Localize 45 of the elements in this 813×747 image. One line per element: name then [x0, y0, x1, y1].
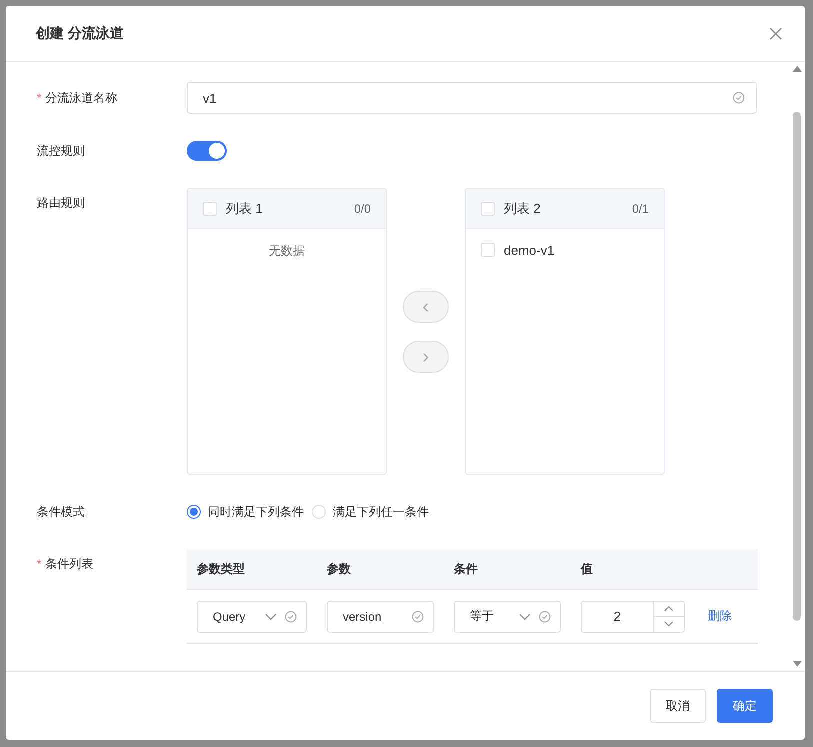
delete-link[interactable]: 删除 [708, 609, 732, 623]
name-input[interactable]: v1 [187, 82, 757, 114]
number-input[interactable]: 2 [581, 600, 685, 632]
scrollbar-thumb[interactable] [793, 112, 801, 621]
required-mark: * [37, 556, 42, 573]
list-title: 列表 2 [504, 200, 542, 218]
chevron-down-icon [519, 612, 531, 620]
radio-button[interactable] [187, 505, 201, 519]
cancel-button[interactable]: 取消 [650, 689, 706, 723]
check-circle-icon [285, 610, 297, 622]
radio-label[interactable]: 同时满足下列条件 [208, 504, 304, 520]
chevron-down-icon [265, 612, 277, 620]
checkbox[interactable] [481, 202, 495, 216]
field-label: 分流泳道名称 [46, 90, 118, 107]
check-circle-icon [412, 610, 424, 622]
param-input[interactable]: version [327, 600, 434, 632]
scroll-up-icon[interactable] [792, 66, 802, 72]
column-header: 条件 [454, 562, 478, 576]
increment-icon[interactable] [664, 606, 674, 612]
param-type-select[interactable]: Query [197, 600, 307, 632]
list-count: 0/0 [354, 202, 371, 216]
column-header: 值 [581, 562, 593, 576]
toggle-switch[interactable] [187, 141, 227, 161]
empty-message: 无数据 [269, 244, 305, 258]
required-mark: * [37, 90, 42, 107]
close-icon[interactable] [769, 26, 783, 40]
column-header: 参数 [327, 562, 351, 576]
dialog-title: 创建 分流泳道 [36, 24, 124, 42]
scroll-down-icon[interactable] [792, 661, 802, 667]
check-circle-icon [539, 610, 551, 622]
list-item[interactable]: demo-v1 [504, 242, 555, 258]
field-label: 路由规则 [37, 195, 85, 212]
list-count: 0/1 [632, 202, 649, 216]
condition-select[interactable]: 等于 [454, 600, 561, 632]
confirm-button[interactable]: 确定 [717, 689, 773, 723]
check-circle-icon [733, 92, 745, 104]
list-title: 列表 1 [226, 200, 264, 218]
field-label: 条件模式 [37, 504, 85, 521]
field-label: 流控规则 [37, 143, 85, 160]
radio-label[interactable]: 满足下列任一条件 [333, 504, 429, 520]
checkbox[interactable] [481, 243, 495, 257]
decrement-icon[interactable] [664, 621, 674, 628]
column-header: 参数类型 [197, 562, 245, 576]
checkbox[interactable] [203, 202, 217, 216]
field-label: 条件列表 [46, 556, 94, 573]
